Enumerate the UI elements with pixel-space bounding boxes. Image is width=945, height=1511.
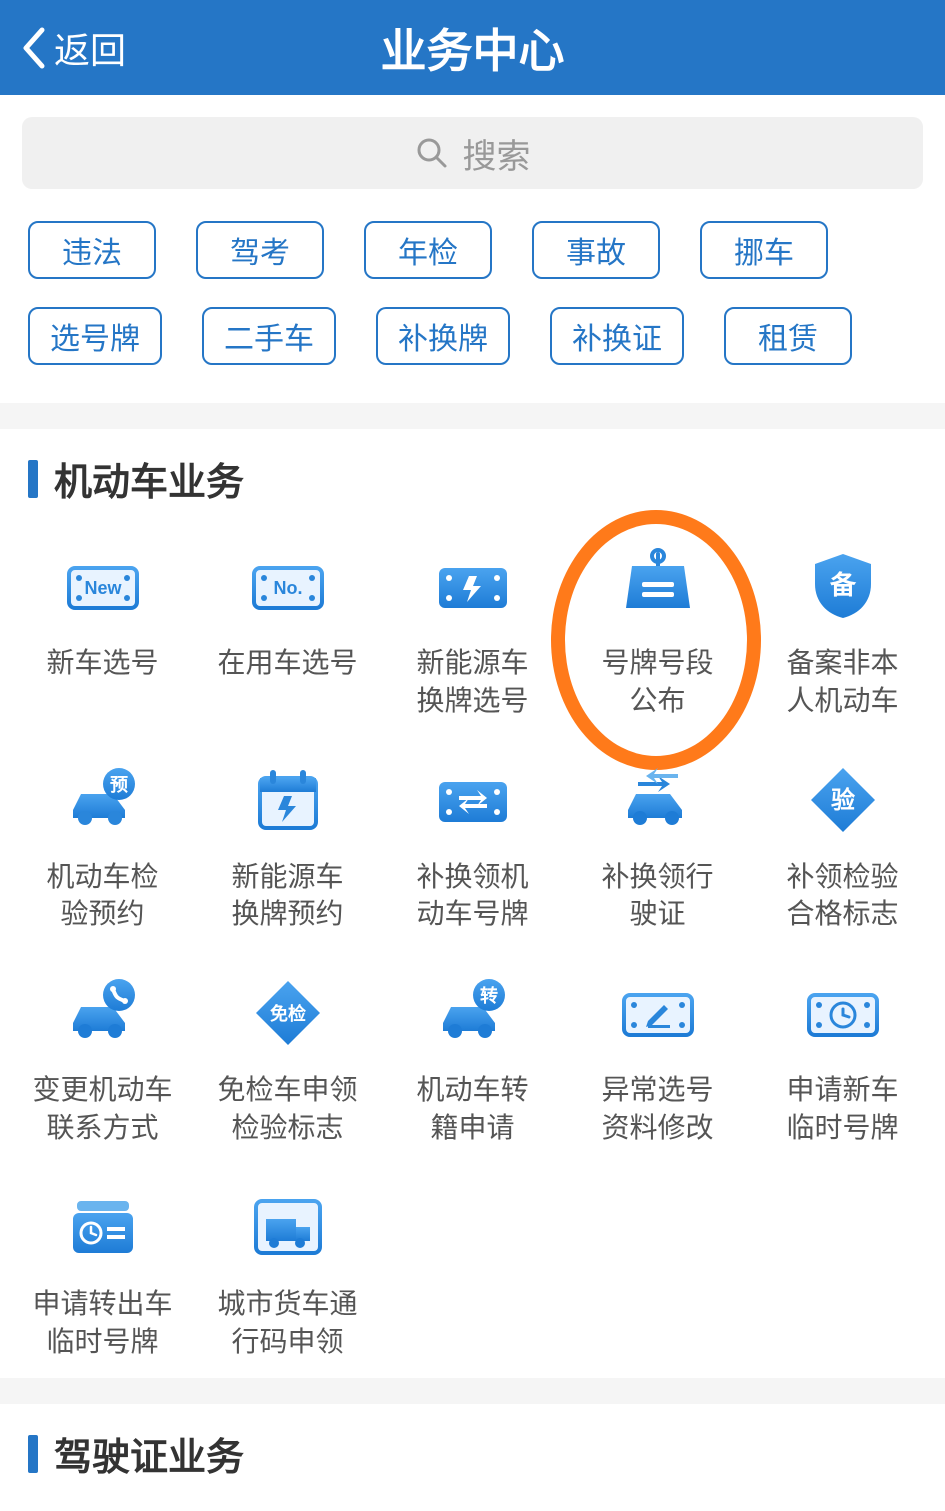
calendar-energy-icon [248,760,328,840]
section-title: 驾驶证业务 [54,1426,244,1481]
plate-no-icon [248,546,328,626]
service-item-diamond-mianjian[interactable]: 免检车申领检验标志 [195,973,380,1155]
service-item-car-swap[interactable]: 补换领行驶证 [565,760,750,942]
shield-bei-icon [803,546,883,626]
search-input[interactable]: 搜索 [22,117,923,189]
plate-swap-icon [433,760,513,840]
section-1: 驾驶证业务 [0,1404,945,1511]
service-label: 备案非本人机动车 [786,644,898,720]
radio-clock-icon [63,1187,143,1267]
service-item-car-zhuan[interactable]: 机动车转籍申请 [380,973,565,1155]
plate-clock-icon [803,973,883,1053]
plate-new-icon [63,546,143,626]
service-item-shield-bei[interactable]: 备案非本人机动车 [750,546,935,728]
service-item-car-yu[interactable]: 机动车检验预约 [10,760,195,942]
service-label: 申请转出车临时号牌 [32,1285,172,1361]
service-label: 机动车转籍申请 [416,1071,528,1147]
tag-button-6[interactable]: 二手车 [202,307,336,365]
diamond-yan-icon [803,760,883,840]
section-header: 驾驶证业务 [0,1426,945,1501]
car-swap-icon [618,760,698,840]
service-label: 号牌号段公布 [601,644,713,720]
service-label: 在用车选号 [217,644,357,682]
car-phone-icon [63,973,143,1053]
back-label: 返回 [54,22,126,74]
service-item-car-phone[interactable]: 变更机动车联系方式 [10,973,195,1155]
service-label: 新能源车换牌预约 [231,858,343,934]
service-item-board[interactable]: 号牌号段公布 [565,546,750,728]
back-button[interactable]: 返回 [20,22,126,74]
search-placeholder: 搜索 [463,129,531,178]
service-grid: 新车选号 在用车选号 新能源车换牌选号号牌号段公布备案非本人机动车机动车检验预约新能… [0,526,945,1368]
service-item-plate-edit[interactable]: 异常选号资料修改 [565,973,750,1155]
service-item-plate-no[interactable]: 在用车选号 [195,546,380,728]
tag-button-2[interactable]: 年检 [364,221,492,279]
service-label: 补换领机动车号牌 [416,858,528,934]
service-label: 新能源车换牌选号 [416,644,528,720]
car-zhuan-icon [433,973,513,1053]
service-item-plate-swap[interactable]: 补换领机动车号牌 [380,760,565,942]
service-label: 补领检验合格标志 [786,858,898,934]
chevron-left-icon [20,26,46,70]
tag-button-4[interactable]: 挪车 [700,221,828,279]
section-title: 机动车业务 [54,451,244,506]
service-label: 申请新车临时号牌 [786,1071,898,1147]
tag-button-3[interactable]: 事故 [532,221,660,279]
car-yu-icon [63,760,143,840]
search-icon [415,136,449,170]
tag-button-8[interactable]: 补换证 [550,307,684,365]
section-header: 机动车业务 [0,451,945,526]
page-title: 业务中心 [381,15,565,81]
service-label: 异常选号资料修改 [601,1071,713,1147]
service-item-pass-truck[interactable]: 城市货车通行码申领 [195,1187,380,1369]
service-item-diamond-yan[interactable]: 补领检验合格标志 [750,760,935,942]
service-label: 免检车申领检验标志 [217,1071,357,1147]
service-item-plate-clock[interactable]: 申请新车临时号牌 [750,973,935,1155]
section-bar-icon [28,1435,38,1473]
service-item-plate-energy[interactable]: 新能源车换牌选号 [380,546,565,728]
service-label: 补换领行驶证 [601,858,713,934]
plate-energy-icon [433,546,513,626]
tag-button-5[interactable]: 选号牌 [28,307,162,365]
service-item-radio-clock[interactable]: 申请转出车临时号牌 [10,1187,195,1369]
section-bar-icon [28,460,38,498]
service-label: 变更机动车联系方式 [32,1071,172,1147]
tag-button-7[interactable]: 补换牌 [376,307,510,365]
tag-button-9[interactable]: 租赁 [724,307,852,365]
service-item-plate-new[interactable]: 新车选号 [10,546,195,728]
section-0: 机动车业务新车选号 在用车选号 新能源车换牌选号号牌号段公布备案非本人机动车机动车检… [0,429,945,1378]
board-icon [618,546,698,626]
header: 返回 业务中心 [0,0,945,95]
service-label: 新车选号 [46,644,158,682]
diamond-mianjian-icon [248,973,328,1053]
plate-edit-icon [618,973,698,1053]
pass-truck-icon [248,1187,328,1267]
search-container: 搜索 [0,95,945,211]
service-label: 城市货车通行码申领 [217,1285,357,1361]
service-item-calendar-energy[interactable]: 新能源车换牌预约 [195,760,380,942]
tag-button-1[interactable]: 驾考 [196,221,324,279]
quick-tags: 违法驾考年检事故挪车选号牌二手车补换牌补换证租赁 [0,211,945,403]
service-label: 机动车检验预约 [46,858,158,934]
tag-button-0[interactable]: 违法 [28,221,156,279]
